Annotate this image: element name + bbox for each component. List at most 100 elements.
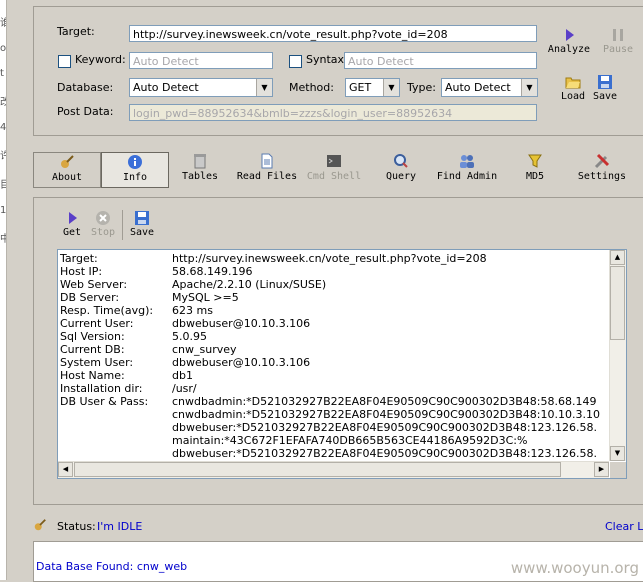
scroll-left-icon[interactable]: ◀ [58, 462, 73, 477]
scroll-thumb[interactable] [74, 462, 561, 477]
about-icon [61, 155, 74, 168]
info-key: DB User & Pass: [60, 395, 149, 408]
watermark: www.wooyun.org [510, 559, 639, 577]
database-select[interactable]: Auto Detect ▼ [129, 78, 273, 97]
keyword-label: Keyword: [75, 53, 126, 66]
left-edge-strip: 谁 o t 改 4 许 目 1 中 [0, 0, 7, 580]
info-value: cnwdbadmin:*D521032927B22EA8F04E90509C90… [172, 408, 600, 421]
method-select-value: GET [349, 81, 372, 94]
chevron-down-icon[interactable]: ▼ [521, 79, 537, 96]
chevron-down-icon[interactable]: ▼ [256, 79, 272, 96]
scroll-corner [610, 462, 626, 478]
left-strip-char: 4 [0, 122, 7, 133]
database-select-value: Auto Detect [133, 81, 199, 94]
info-key: Resp. Time(avg): [60, 304, 154, 317]
scroll-right-icon[interactable]: ▶ [594, 462, 609, 477]
tables-icon [194, 154, 206, 169]
tab-find-admin[interactable]: Find Admin [434, 152, 500, 186]
stop-button[interactable]: Stop [89, 210, 117, 238]
info-value: cnw_survey [172, 343, 237, 356]
keyword-input[interactable]: Auto Detect [129, 52, 273, 69]
tab-cmd-shell[interactable]: Cmd Shell [304, 152, 364, 186]
scroll-up-icon[interactable]: ▲ [610, 250, 625, 265]
log-line: Data Base Found: cnw_web [36, 560, 188, 573]
keyword-checkbox[interactable] [58, 55, 71, 68]
left-strip-char: 许 [0, 147, 6, 162]
get-button[interactable]: Get [60, 210, 84, 238]
stop-label: Stop [90, 227, 116, 238]
scroll-down-icon[interactable]: ▼ [610, 446, 625, 461]
vertical-scrollbar[interactable]: ▲ ▼ [609, 250, 626, 461]
pause-label: Pause [602, 44, 634, 55]
content-save-button[interactable]: Save [128, 210, 156, 238]
save-button[interactable]: Save [590, 74, 620, 102]
play-icon [566, 29, 574, 41]
info-value: dbwebuser@10.10.3.106 [172, 317, 311, 330]
left-strip-char: 1 [0, 205, 7, 216]
info-value: dbwebuser:*D521032927B22EA8F04E90509C90C… [172, 447, 598, 460]
chevron-down-icon[interactable]: ▼ [383, 79, 399, 96]
info-key: DB Server: [60, 291, 120, 304]
tab-info[interactable]: Info [101, 152, 169, 188]
content-save-label: Save [129, 227, 155, 238]
type-select[interactable]: Auto Detect ▼ [441, 78, 538, 97]
info-key: Host Name: [60, 369, 125, 382]
info-value: Apache/2.2.10 (Linux/SUSE) [172, 278, 327, 291]
horizontal-scrollbar[interactable]: ◀ ▶ [58, 461, 609, 478]
clear-log-link[interactable]: Clear Lo [605, 520, 643, 533]
syntax-checkbox[interactable] [289, 55, 302, 68]
save-label: Save [592, 91, 618, 102]
get-label: Get [62, 227, 82, 238]
left-strip-char: 改 [0, 93, 6, 108]
target-label: Target: [57, 25, 95, 38]
type-select-value: Auto Detect [445, 81, 511, 94]
info-value: dbwebuser:*D521032927B22EA8F04E90509C90C… [172, 421, 598, 434]
read-files-icon [261, 153, 273, 169]
postdata-label: Post Data: [57, 105, 114, 118]
method-select[interactable]: GET ▼ [345, 78, 400, 97]
tab-tables[interactable]: Tables [176, 152, 224, 186]
info-value: http://survey.inewsweek.cn/vote_result.p… [172, 252, 487, 265]
info-key: Current User: [60, 317, 134, 330]
play-icon [69, 212, 77, 224]
tab-read-files[interactable]: Read Files [234, 152, 300, 186]
analyze-button[interactable]: Analyze [546, 27, 592, 55]
cmd-shell-icon [327, 155, 341, 167]
info-value: 623 ms [172, 304, 213, 317]
floppy-disk-icon [598, 75, 612, 89]
status-label: Status: [57, 520, 96, 533]
method-label: Method: [289, 81, 334, 94]
tab-md5[interactable]: MD5 [518, 152, 552, 186]
info-value: /usr/ [172, 382, 197, 395]
type-label: Type: [407, 81, 436, 94]
tab-settings[interactable]: Settings [574, 152, 630, 186]
load-label: Load [560, 91, 586, 102]
info-text-area[interactable]: Target: http://survey.inewsweek.cn/vote_r… [57, 249, 627, 479]
md5-icon [528, 154, 542, 168]
info-key: Installation dir: [60, 382, 143, 395]
info-value: db1 [172, 369, 193, 382]
database-label: Database: [57, 81, 114, 94]
left-strip-char: 目 [0, 176, 6, 191]
info-key: Current DB: [60, 343, 125, 356]
info-value: 5.0.95 [172, 330, 207, 343]
scroll-thumb[interactable] [610, 266, 625, 340]
syntax-input[interactable]: Auto Detect [344, 52, 537, 69]
tab-label: Cmd Shell [306, 171, 362, 182]
status-icon [34, 519, 46, 531]
tab-about[interactable]: About [33, 152, 101, 188]
postdata-input[interactable]: login_pwd=88952634&bmlb=zzzs&login_user=… [129, 104, 537, 121]
target-input[interactable]: http://survey.inewsweek.cn/vote_result.p… [129, 25, 537, 42]
folder-open-icon [565, 77, 581, 89]
status-bar: Status: I'm IDLE Clear Lo [33, 515, 643, 537]
info-key: Sql Version: [60, 330, 125, 343]
tab-label: MD5 [525, 171, 545, 182]
load-button[interactable]: Load [558, 74, 588, 102]
pause-button[interactable]: Pause [598, 27, 638, 55]
info-key: Web Server: [60, 278, 128, 291]
info-value: 58.68.149.196 [172, 265, 253, 278]
toolbar-separator [122, 210, 123, 240]
syntax-label: Syntax: [306, 53, 348, 66]
tab-label: Tables [181, 171, 219, 182]
tab-query[interactable]: Query [380, 152, 422, 186]
